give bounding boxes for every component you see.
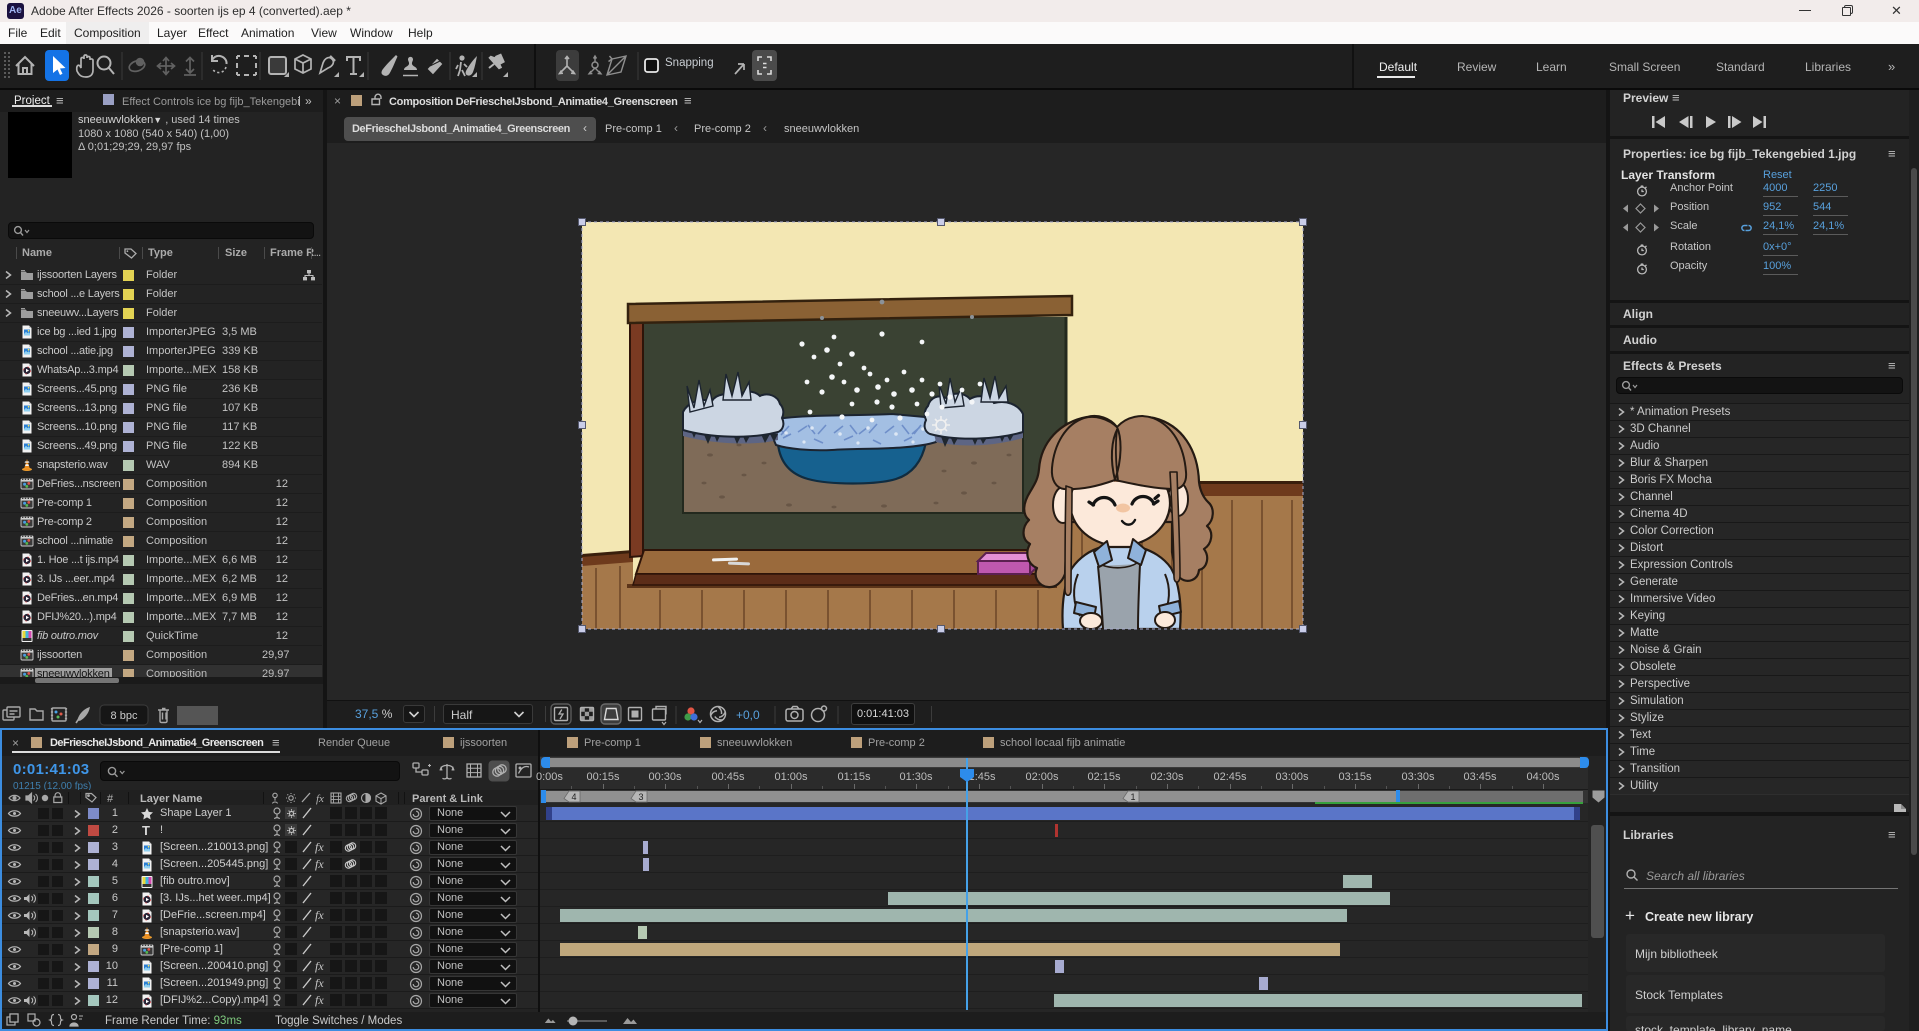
- svg-text:fx: fx: [316, 793, 324, 805]
- svg-text:Layer Name: Layer Name: [140, 793, 202, 805]
- svg-text:Parent & Link: Parent & Link: [412, 793, 484, 805]
- svg-text:8 bpc: 8 bpc: [111, 710, 138, 722]
- svg-text:+0,0: +0,0: [736, 708, 760, 722]
- svg-text:#: #: [107, 793, 114, 805]
- svg-text:3: 3: [638, 792, 643, 802]
- svg-text:1: 1: [1130, 792, 1135, 802]
- svg-text:4: 4: [571, 792, 576, 802]
